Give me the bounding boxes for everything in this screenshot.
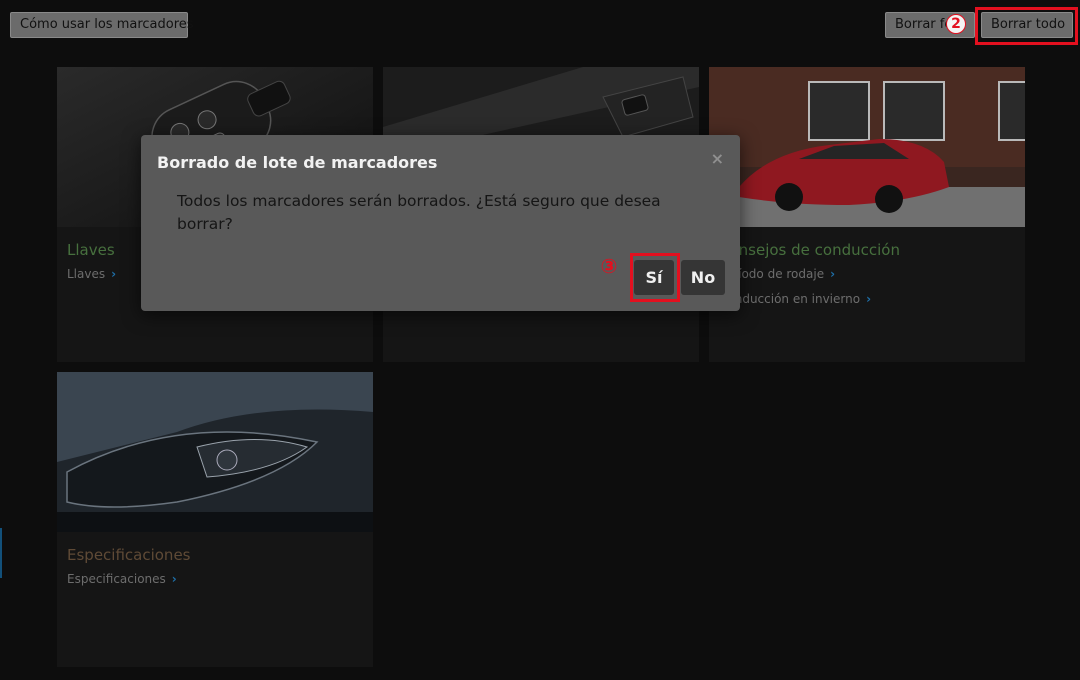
card-title: Especificaciones [67, 546, 191, 564]
card-link-winter-driving[interactable]: Conducción en invierno › [719, 292, 871, 306]
chevron-right-icon: › [171, 572, 177, 586]
card-link-label: Especificaciones [67, 572, 166, 586]
chevron-right-icon: › [830, 267, 836, 281]
howto-bookmarks-button[interactable]: Cómo usar los marcadores [10, 12, 194, 38]
card-image-red-car [709, 67, 1025, 227]
scroll-accent [0, 528, 2, 578]
confirm-no-button[interactable]: No [681, 260, 725, 295]
card-title: Consejos de conducción [719, 241, 900, 259]
card-link-label: Llaves [67, 267, 106, 281]
highlight-delete-all [975, 7, 1078, 45]
card-title: Llaves [67, 241, 115, 259]
bookmark-card-specifications[interactable]: Especificaciones Especificaciones › [57, 372, 373, 667]
card-link-specifications[interactable]: Especificaciones › [67, 572, 177, 586]
card-link-label: Conducción en invierno [719, 292, 861, 306]
card-image-headlight [57, 372, 373, 532]
chevron-right-icon: › [866, 292, 872, 306]
bookmark-card-driving-tips[interactable]: Consejos de conducción Período de rodaje… [709, 67, 1025, 362]
close-icon[interactable]: × [711, 149, 724, 168]
dialog-message: Todos los marcadores serán borrados. ¿Es… [177, 192, 661, 233]
card-link-keys[interactable]: Llaves › [67, 267, 116, 281]
bulk-delete-dialog: Borrado de lote de marcadores × Todos lo… [141, 135, 740, 311]
annotation-marker-2: 2 [946, 14, 966, 34]
annotation-marker-3: ③ [600, 254, 618, 278]
highlight-yes-button [630, 253, 680, 302]
dialog-title: Borrado de lote de marcadores [157, 153, 438, 172]
chevron-right-icon: › [111, 267, 117, 281]
